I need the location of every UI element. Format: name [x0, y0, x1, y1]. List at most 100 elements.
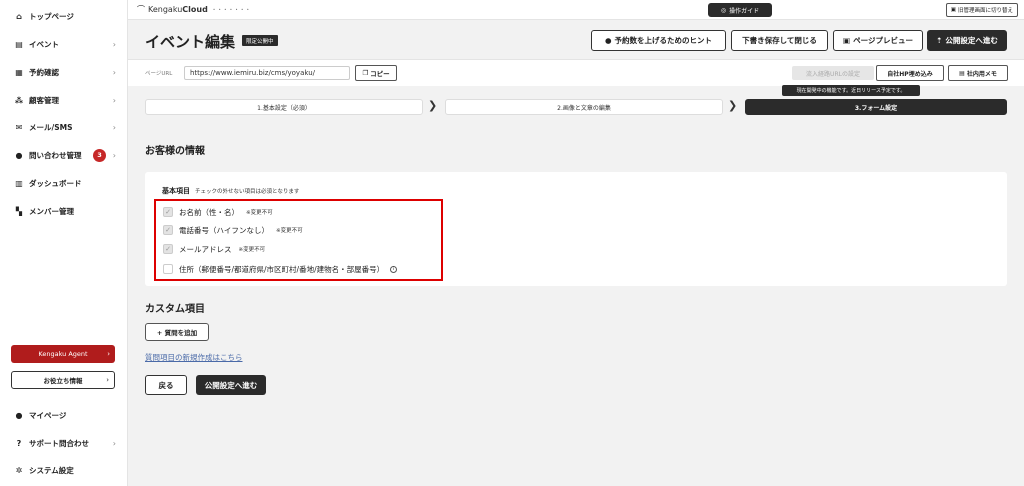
- hint-label: 予約数を上げるためのヒント: [614, 36, 713, 45]
- highlight-frame: [154, 199, 443, 281]
- compass-icon: ◎: [720, 6, 727, 14]
- new-question-link[interactable]: 質問項目の新規作成はこちら: [145, 352, 243, 363]
- sidebar-item-label: 顧客管理: [29, 95, 59, 105]
- sidebar-item-system-settings[interactable]: ✲ システム設定: [0, 461, 128, 479]
- sidebar-item-mail[interactable]: ✉ メール/SMS ›: [0, 118, 128, 136]
- sidebar: ⌂ トップページ ▤ イベント › ▦ 予約確認 › ⁂ 顧客管理 › ✉ メー…: [0, 0, 128, 486]
- chevron-right-icon: ›: [112, 95, 116, 105]
- gear-icon: ✲: [15, 465, 23, 475]
- sidebar-item-label: イベント: [29, 39, 59, 49]
- question-icon: ?: [16, 438, 22, 448]
- mail-icon: ✉: [15, 122, 23, 132]
- sidebar-item-top[interactable]: ⌂ トップページ: [0, 7, 128, 25]
- agent-label: Kengaku Agent: [38, 350, 88, 358]
- old-screen-switch-button[interactable]: ▣ 旧管理画面に切り替え: [945, 3, 1018, 17]
- page-title: イベント編集: [145, 33, 236, 51]
- sidebar-item-event[interactable]: ▤ イベント ›: [0, 35, 128, 53]
- logo-text: Kengaku: [148, 5, 183, 14]
- embed-homepage-button[interactable]: 自社HP埋め込み: [876, 65, 944, 81]
- memo-icon: ▤: [959, 69, 965, 77]
- sidebar-item-support[interactable]: ? サポート問合わせ ›: [0, 434, 128, 452]
- logo-text-bold: Cloud: [182, 5, 208, 14]
- chevron-right-icon: ›: [112, 122, 116, 132]
- guide-label: 操作ガイド: [729, 7, 760, 15]
- publish-settings-button[interactable]: ⇡ 公開設定へ進む: [927, 30, 1007, 51]
- home-icon: ⌂: [16, 11, 22, 21]
- chevron-right-icon: ›: [107, 350, 110, 358]
- notification-badge: 3: [93, 148, 106, 162]
- chat-icon: ●: [15, 150, 23, 160]
- hint-button[interactable]: ● 予約数を上げるためのヒント: [591, 30, 726, 51]
- sidebar-item-inquiries[interactable]: ● 問い合わせ管理 3 ›: [0, 146, 128, 164]
- back-button[interactable]: 戻る: [145, 375, 187, 395]
- chevron-right-icon: ›: [112, 438, 116, 448]
- chevron-right-icon: ›: [106, 376, 109, 384]
- custom-fields-title: カスタム項目: [145, 304, 205, 315]
- sidebar-item-label: トップページ: [29, 11, 74, 21]
- preview-label: ページプレビュー: [853, 36, 913, 45]
- copy-label: コピー: [370, 70, 390, 78]
- pin-icon: ●: [604, 36, 612, 45]
- tooltip: 現在開発中の機能です。近日リリース予定です。: [782, 85, 920, 96]
- save-draft-close-button[interactable]: 下書き保存して閉じる: [731, 30, 828, 51]
- page-preview-button[interactable]: ▣ ページプレビュー: [833, 30, 923, 51]
- sidebar-item-label: 予約確認: [29, 67, 59, 77]
- useful-info-label: お役立ち情報: [43, 377, 83, 385]
- chart-icon: ▥: [15, 178, 23, 188]
- add-question-button[interactable]: + 質問を追加: [145, 323, 209, 341]
- upload-icon: ⇡: [936, 36, 943, 45]
- sidebar-item-label: サポート問合わせ: [29, 438, 89, 448]
- embed-label: 自社HP埋め込み: [887, 70, 933, 78]
- chevron-right-icon: ❯: [728, 99, 738, 112]
- copy-url-button[interactable]: ❐ コピー: [355, 65, 397, 81]
- sidebar-item-label: メール/SMS: [29, 122, 73, 132]
- copy-icon: ❐: [362, 69, 369, 77]
- users-icon: ⁂: [14, 95, 24, 105]
- calendar-icon: ▦: [15, 67, 23, 77]
- sidebar-item-reservations[interactable]: ▦ 予約確認 ›: [0, 63, 128, 81]
- logo-mark-icon: ⌒: [137, 5, 145, 14]
- chevron-right-icon: ›: [112, 67, 116, 77]
- basic-fields-title: 基本項目: [162, 187, 190, 195]
- sidebar-item-label: マイページ: [29, 410, 67, 420]
- basic-fields-note: チェックの外せない項目は必須となります: [195, 189, 300, 195]
- sidebar-item-members[interactable]: ▚ メンバー管理: [0, 202, 128, 220]
- sidebar-item-dashboard[interactable]: ▥ ダッシュボード: [0, 174, 128, 192]
- publish-label: 公開設定へ進む: [945, 36, 998, 45]
- internal-memo-button[interactable]: ▤ 社内用メモ: [948, 65, 1008, 81]
- step-image-text[interactable]: 2.画像と文章の編集: [445, 99, 723, 115]
- page-url-field[interactable]: https://www.iemiru.biz/cms/yoyaku/: [184, 66, 350, 80]
- step-form-settings[interactable]: 3.フォーム設定: [745, 99, 1007, 115]
- sidebar-item-label: システム設定: [29, 465, 74, 475]
- memo-label: 社内用メモ: [966, 70, 997, 78]
- basic-fields-header: 基本項目 チェックの外せない項目は必須となります: [162, 186, 299, 196]
- url-row: ページURL https://www.iemiru.biz/cms/yoyaku…: [128, 60, 1024, 86]
- kengaku-agent-button[interactable]: Kengaku Agent ›: [11, 345, 115, 363]
- topbar: ⌒ KengakuCloud • • • • • • • ◎ 操作ガイド ▣ 旧…: [128, 0, 1024, 20]
- grid-icon: ▚: [15, 206, 23, 216]
- switch-icon: ▣: [950, 7, 956, 13]
- chevron-right-icon: ›: [112, 150, 116, 160]
- document-icon: ▤: [15, 39, 23, 49]
- chevron-right-icon: ❯: [428, 99, 438, 112]
- person-icon: ●: [15, 410, 23, 420]
- old-screen-label: 旧管理画面に切り替え: [957, 8, 1013, 14]
- proceed-publish-button[interactable]: 公開設定へ進む: [196, 375, 266, 395]
- customer-info-title: お客様の情報: [145, 146, 205, 157]
- chevron-right-icon: ›: [112, 39, 116, 49]
- status-badge: 限定公開中: [242, 35, 278, 46]
- save-close-label: 下書き保存して閉じる: [742, 36, 817, 45]
- inflow-url-settings-button[interactable]: 流入経路URLの設定: [792, 66, 874, 80]
- app-logo: ⌒ KengakuCloud • • • • • • •: [137, 4, 250, 15]
- sidebar-item-customers[interactable]: ⁂ 顧客管理 ›: [0, 91, 128, 109]
- sidebar-item-label: ダッシュボード: [29, 178, 82, 188]
- operation-guide-button[interactable]: ◎ 操作ガイド: [708, 3, 772, 17]
- logo-sub: • • • • • • •: [212, 7, 250, 12]
- url-label: ページURL: [145, 71, 173, 77]
- preview-icon: ▣: [843, 36, 851, 45]
- step-basic-settings[interactable]: 1.基本設定（必須）: [145, 99, 423, 115]
- sidebar-item-label: メンバー管理: [29, 206, 74, 216]
- sidebar-item-label: 問い合わせ管理: [29, 150, 82, 160]
- sidebar-item-mypage[interactable]: ● マイページ: [0, 406, 128, 424]
- useful-info-button[interactable]: お役立ち情報 ›: [11, 371, 115, 389]
